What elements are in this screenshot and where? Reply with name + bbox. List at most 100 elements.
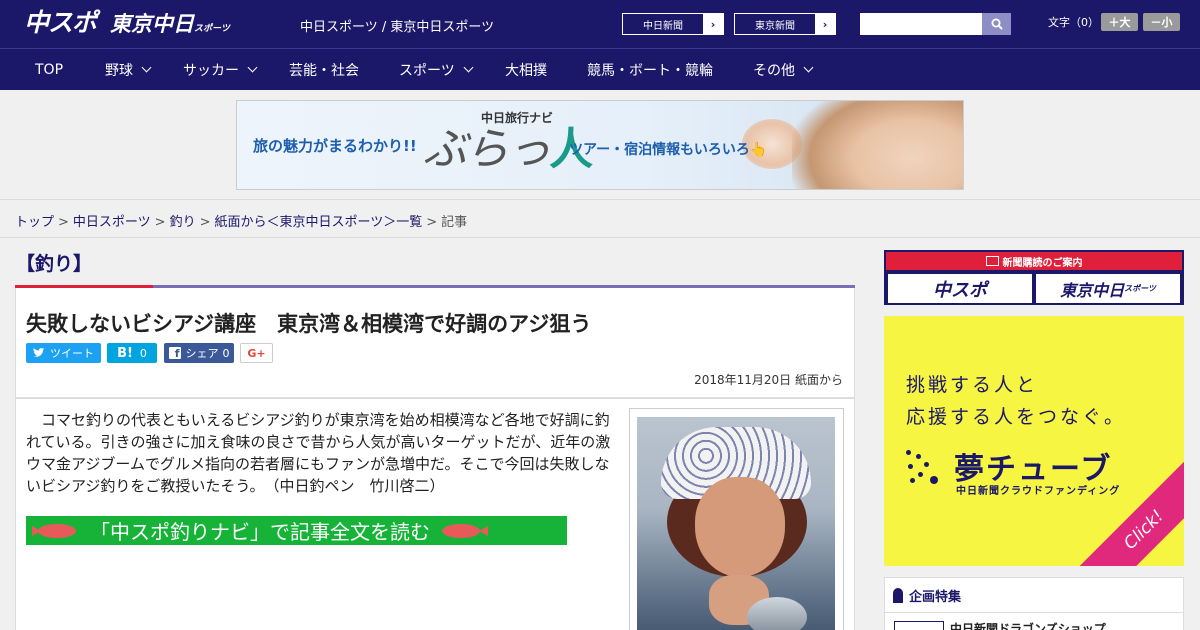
nav-item-baseball[interactable]: 野球 bbox=[105, 49, 152, 90]
google-plus-button[interactable]: G+ bbox=[240, 343, 273, 363]
yume-line-1: 挑戦する人と bbox=[906, 374, 1039, 396]
subscribe-chunichi-sports[interactable]: 中スポ bbox=[888, 274, 1032, 303]
search-icon bbox=[991, 18, 1003, 30]
facebook-label: シェア bbox=[185, 347, 219, 360]
newspaper-icon bbox=[985, 256, 999, 266]
facebook-icon: f bbox=[168, 347, 181, 360]
article-headline: 失敗しないビシアジ講座 東京湾＆相模湾で好調のアジ狙う bbox=[26, 312, 592, 336]
breadcrumb-fishing[interactable]: 釣り bbox=[170, 215, 196, 230]
hatena-bookmark-button[interactable]: B! 0 bbox=[107, 343, 157, 363]
breadcrumb-separator: > bbox=[154, 215, 166, 230]
breadcrumb-bar: トップ > 中日スポーツ > 釣り > 紙面から＜東京中日スポーツ＞一覧 > 記事 bbox=[0, 200, 1200, 238]
search-input[interactable] bbox=[860, 13, 982, 35]
article-lead: コマセ釣りの代表ともいえるビシアジ釣りが東京湾を始め相模湾など各地で好調に釣れて… bbox=[26, 411, 611, 495]
nav-label: サッカー bbox=[183, 62, 239, 79]
nav-label: 野球 bbox=[105, 62, 133, 79]
nav-label: 競馬・ボート・競輪 bbox=[587, 62, 713, 79]
nav-label: 大相撲 bbox=[505, 62, 547, 79]
ad-right-text: ツアー・宿泊情報もいろいろ👆 bbox=[569, 142, 768, 158]
divider bbox=[884, 612, 1184, 613]
chevron-down-icon bbox=[803, 62, 814, 73]
font-smaller-button[interactable]: －小 bbox=[1143, 13, 1180, 31]
subscription-heading: 新聞購読のご案内 bbox=[886, 252, 1182, 270]
dots-icon bbox=[906, 450, 946, 490]
special-feature-title: 企画特集 bbox=[909, 590, 962, 605]
special-feature-heading: 企画特集 bbox=[893, 586, 961, 605]
tokyo-logo-small-text: スポーツ bbox=[194, 24, 230, 34]
chevron-right-icon: › bbox=[703, 14, 723, 34]
fish-icon bbox=[436, 521, 488, 541]
article-date: 2018年11月20日 紙面から bbox=[694, 373, 843, 387]
nav-item-soccer[interactable]: サッカー bbox=[183, 49, 258, 90]
travel-ad-banner[interactable]: 旅の魅力がまるわかり!! 中日旅行ナビ ぶらっ人 ツアー・宿泊情報もいろいろ👆 bbox=[236, 100, 964, 190]
breadcrumb-paper-list[interactable]: 紙面から＜東京中日スポーツ＞一覧 bbox=[215, 215, 423, 230]
nav-label: TOP bbox=[35, 61, 64, 78]
subscribe-tokyo-small-text: スポーツ bbox=[1124, 284, 1156, 293]
tokyo-shimbun-label: 東京新聞 bbox=[755, 20, 795, 32]
nav-item-sports[interactable]: スポーツ bbox=[399, 49, 474, 90]
article-photo[interactable] bbox=[637, 417, 835, 630]
photo-face bbox=[695, 477, 785, 577]
tweet-label: ツイート bbox=[50, 347, 94, 360]
main-nav: TOP 野球 サッカー 芸能・社会 スポーツ 大相撲 競馬・ボート・競輪 その他 bbox=[0, 48, 1200, 90]
yume-tube-ad[interactable]: 挑戦する人と 応援する人をつなぐ。 夢チューブ 中日新聞クラウドファンディング … bbox=[884, 316, 1184, 566]
chunichi-sports-logo[interactable]: 中スポ bbox=[24, 8, 97, 38]
category-title: 【釣り】 bbox=[16, 253, 93, 275]
subscribe-tokyo-text: 東京中日 bbox=[1060, 280, 1125, 300]
chunichi-shimbun-link[interactable]: 中日新聞 › bbox=[622, 13, 724, 35]
dragons-shop-thumb[interactable] bbox=[894, 621, 944, 630]
twitter-icon bbox=[33, 348, 45, 357]
tokyo-logo-text: 東京中日 bbox=[110, 12, 194, 36]
ad-brand-a: ぶらっ bbox=[423, 124, 551, 175]
category-underline-accent bbox=[15, 285, 153, 288]
breadcrumb-separator: > bbox=[199, 215, 211, 230]
chevron-down-icon bbox=[141, 62, 152, 73]
font-size-label: 文字（0） bbox=[1048, 16, 1099, 29]
font-larger-button[interactable]: ＋大 bbox=[1101, 13, 1138, 31]
facebook-share-button[interactable]: f シェア 0 bbox=[164, 343, 234, 363]
nav-item-racing[interactable]: 競馬・ボート・競輪 bbox=[587, 49, 713, 90]
photo-fish bbox=[747, 597, 807, 630]
subscribe-tokyo-chunichi[interactable]: 東京中日 スポーツ bbox=[1036, 274, 1180, 303]
hatena-count: 0 bbox=[139, 346, 147, 360]
site-names: 中日スポーツ / 東京中日スポーツ bbox=[300, 20, 495, 35]
facebook-count: 0 bbox=[222, 346, 230, 360]
nav-item-entertainment[interactable]: 芸能・社会 bbox=[289, 49, 359, 90]
chevron-down-icon bbox=[463, 62, 474, 73]
breadcrumb-chunichi-sports[interactable]: 中日スポーツ bbox=[73, 215, 151, 230]
nav-item-sumo[interactable]: 大相撲 bbox=[505, 49, 547, 90]
tokyo-chunichi-sports-logo[interactable]: 東京中日スポーツ bbox=[110, 11, 230, 42]
read-full-article-label: 「中スポ釣りナビ」で記事全文を読む bbox=[90, 520, 430, 544]
breadcrumb: トップ > 中日スポーツ > 釣り > 紙面から＜東京中日スポーツ＞一覧 > 記事 bbox=[15, 211, 467, 230]
nav-label: スポーツ bbox=[399, 62, 455, 79]
yume-line-2: 応援する人をつなぐ。 bbox=[906, 406, 1127, 428]
dragons-shop-link[interactable]: 中日新聞ドラゴンズショップ bbox=[950, 620, 1106, 630]
breadcrumb-separator: > bbox=[426, 215, 438, 230]
ad-brand: ぶらっ人 bbox=[423, 113, 593, 177]
tweet-button[interactable]: ツイート bbox=[26, 343, 101, 363]
tokyo-shimbun-link[interactable]: 東京新聞 › bbox=[734, 13, 836, 35]
breadcrumb-current: 記事 bbox=[441, 215, 468, 230]
breadcrumb-top[interactable]: トップ bbox=[15, 215, 54, 230]
top-bar: 中スポ 東京中日スポーツ 中日スポーツ / 東京中日スポーツ 中日新聞 › 東京… bbox=[0, 0, 1200, 48]
subscription-box: 新聞購読のご案内 中スポ 東京中日 スポーツ bbox=[884, 250, 1184, 305]
yume-subtitle: 中日新聞クラウドファンディング bbox=[956, 486, 1121, 497]
chevron-down-icon bbox=[247, 62, 258, 73]
nav-item-other[interactable]: その他 bbox=[753, 49, 814, 90]
fish-icon bbox=[32, 521, 84, 541]
chevron-right-icon: › bbox=[815, 14, 835, 34]
nav-label: 芸能・社会 bbox=[289, 62, 359, 79]
ad-area: 旅の魅力がまるわかり!! 中日旅行ナビ ぶらっ人 ツアー・宿泊情報もいろいろ👆 bbox=[0, 90, 1200, 200]
category-underline bbox=[15, 285, 855, 288]
nav-label: その他 bbox=[753, 62, 795, 79]
nav-item-top[interactable]: TOP bbox=[35, 49, 63, 90]
ribbon-icon bbox=[893, 588, 903, 603]
hatena-icon: B! bbox=[117, 345, 133, 361]
google-plus-icon: G+ bbox=[247, 346, 266, 360]
search-button[interactable] bbox=[982, 13, 1011, 35]
breadcrumb-separator: > bbox=[58, 215, 69, 230]
ad-left-text: 旅の魅力がまるわかり!! bbox=[253, 137, 417, 155]
read-full-article-button[interactable]: 「中スポ釣りナビ」で記事全文を読む bbox=[26, 516, 567, 545]
subscription-heading-text: 新聞購読のご案内 bbox=[1002, 257, 1083, 269]
model-photo bbox=[792, 101, 963, 189]
